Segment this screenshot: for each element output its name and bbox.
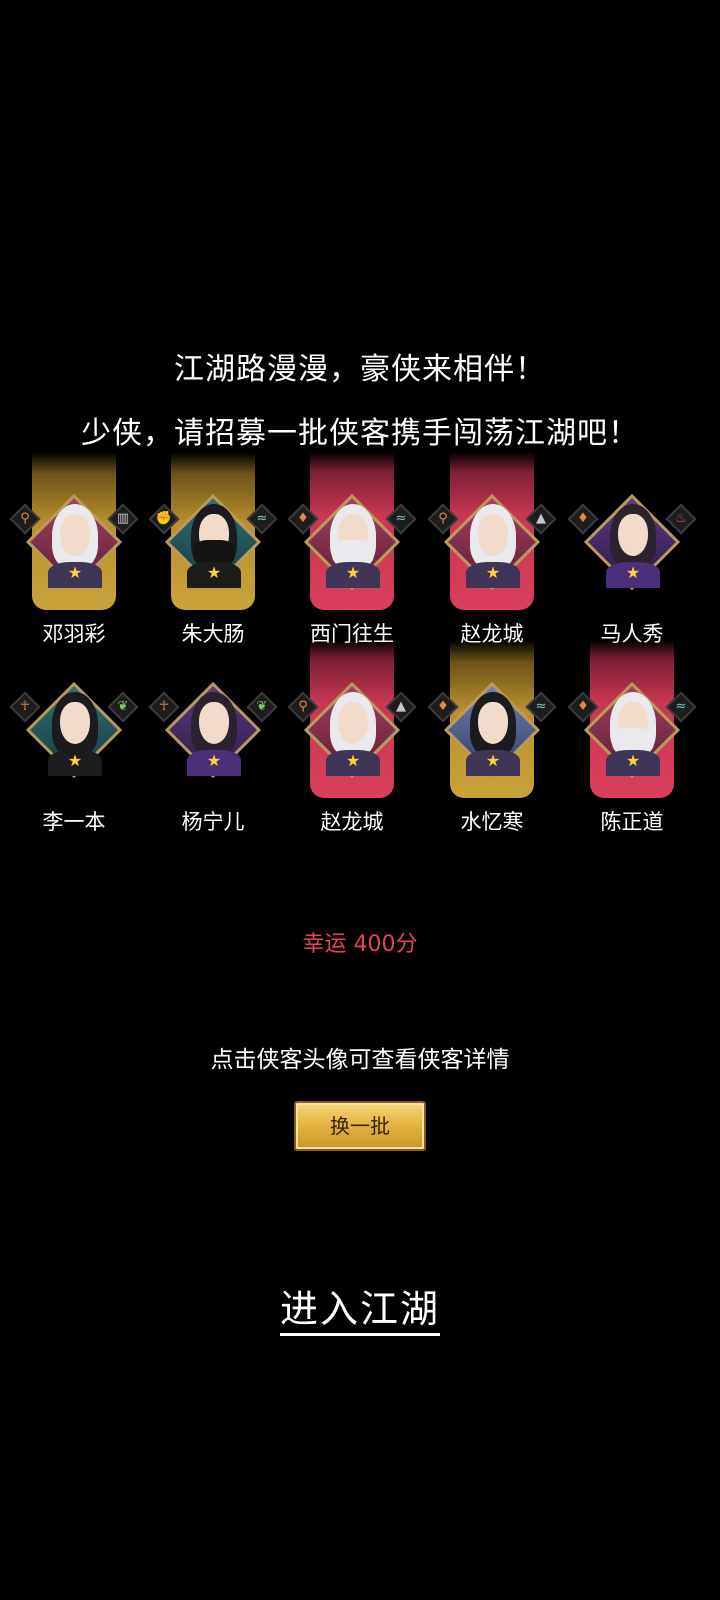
star-icon: ★ (67, 751, 83, 770)
location-icon: ⚲ (9, 503, 41, 535)
star-icon: ★ (345, 563, 361, 582)
hero-card[interactable]: ★ ⚲ ▲ 赵龙城 (426, 452, 558, 646)
flame-drop-icon: ♦ (567, 503, 599, 535)
hero-card[interactable]: ★ ✊ ≈ 朱大肠 (147, 452, 279, 646)
star-icon: ★ (485, 751, 501, 770)
star-icon: ★ (206, 751, 222, 770)
bars-icon: ▥ (107, 503, 139, 535)
flame-drop-icon: ♦ (427, 691, 459, 723)
fire-icon: ♨ (665, 503, 697, 535)
wave-icon: ≈ (385, 503, 417, 535)
hero-face (478, 702, 508, 744)
figure-icon: ☥ (148, 691, 180, 723)
star-icon: ★ (625, 563, 641, 582)
hero-name: 杨宁儿 (181, 810, 245, 834)
mountain-icon: ▲ (525, 503, 557, 535)
hero-card[interactable]: ★ ☥ ❦ 杨宁儿 (147, 640, 279, 834)
star-icon: ★ (345, 751, 361, 770)
enter-jianghu-container: 进入江湖 (0, 1278, 720, 1336)
wave-icon: ≈ (246, 503, 278, 535)
swap-batch-button[interactable]: 换一批 (294, 1101, 426, 1151)
mountain-icon: ▲ (385, 691, 417, 723)
luck-score: 幸运 400分 (302, 932, 418, 957)
hero-name: 水忆寒 (460, 810, 524, 834)
enter-jianghu-button[interactable]: 进入江湖 (279, 1287, 440, 1336)
hero-name: 李一本 (42, 810, 106, 834)
hero-face (199, 702, 229, 744)
location-icon: ⚲ (287, 691, 319, 723)
star-icon: ★ (67, 563, 83, 582)
hero-face (338, 702, 368, 744)
hero-card[interactable]: ★ ♦ ♨ 马人秀 (566, 452, 698, 646)
hero-face (60, 702, 90, 744)
hero-face (618, 514, 648, 556)
flame-drop-icon: ♦ (287, 503, 319, 535)
hero-card[interactable]: ★ ♦ ≈ 陈正道 (566, 640, 698, 834)
hero-face (478, 514, 508, 556)
intro-line-1: 江湖路漫漫，豪侠来相伴！ (174, 352, 546, 387)
intro-line-2: 少侠，请招募一批侠客携手闯荡江湖吧！ (81, 416, 639, 451)
flame-drop-icon: ♦ (567, 691, 599, 723)
hero-face (60, 514, 90, 556)
hero-name: 陈正道 (600, 810, 664, 834)
hero-name: 赵龙城 (320, 810, 384, 834)
hero-card[interactable]: ★ ☥ ❦ 李一本 (8, 640, 140, 834)
fist-icon: ✊ (148, 503, 180, 535)
figure-icon: ☥ (9, 691, 41, 723)
hero-card[interactable]: ★ ♦ ≈ 水忆寒 (426, 640, 558, 834)
wave-icon: ≈ (525, 691, 557, 723)
hero-card[interactable]: ★ ⚲ ▲ 赵龙城 (286, 640, 418, 834)
hint-text: 点击侠客头像可查看侠客详情 (210, 1047, 510, 1073)
star-icon: ★ (206, 563, 222, 582)
star-icon: ★ (625, 751, 641, 770)
wave-icon: ≈ (665, 691, 697, 723)
hero-card[interactable]: ★ ♦ ≈ 西门往生 (286, 452, 418, 646)
location-icon: ⚲ (427, 503, 459, 535)
star-icon: ★ (485, 563, 501, 582)
leaf-icon: ❦ (107, 691, 139, 723)
leaf-icon: ❦ (246, 691, 278, 723)
hero-card[interactable]: ★ ⚲ ▥ 邓羽彩 (8, 452, 140, 646)
